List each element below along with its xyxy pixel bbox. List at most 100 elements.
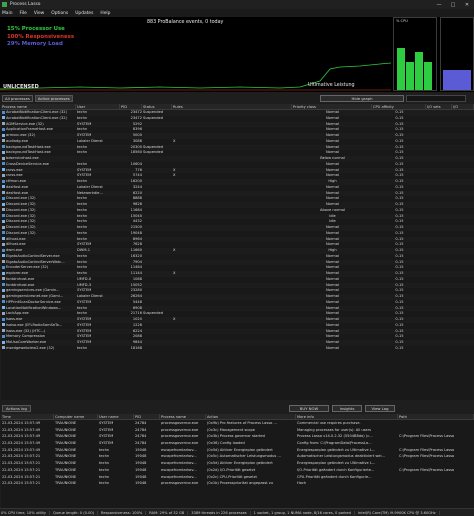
menu-file[interactable]: File xyxy=(19,11,26,16)
log-row[interactable]: 22-03-2024 15:57:49 TRAUNIONE SYSTEM 24784 p… xyxy=(1,440,474,447)
col-pid[interactable]: PID xyxy=(120,104,142,109)
log-cell-time: 22-03-2024 15:57:49 xyxy=(2,434,41,439)
view-log-button[interactable]: View Log xyxy=(365,405,395,412)
process-name-text: ElgatoAudioControlServerWatc... xyxy=(6,259,65,264)
col-user[interactable]: User xyxy=(76,104,120,109)
log-row[interactable]: 22-03-2024 15:57:49 TRAUNIONE techn 19048 es… xyxy=(1,447,474,454)
app-logo-icon xyxy=(2,2,7,7)
cell-rules xyxy=(172,346,292,352)
minimize-icon[interactable]: — xyxy=(432,0,446,9)
col-io-sets[interactable]: I/O sets xyxy=(426,104,452,109)
process-name-text: armsvc.exe (32) xyxy=(6,133,36,137)
hide-graph-button[interactable]: Hide graph xyxy=(320,95,404,102)
log-col-process[interactable]: Process name xyxy=(160,414,206,419)
log-cell-info: Energiesparplan geändert zu Ultimative L… xyxy=(297,447,376,452)
log-row[interactable]: 22-03-2024 15:57:21 TRAUNIONE techn 19048 pr… xyxy=(1,480,474,487)
process-icon xyxy=(2,311,5,315)
col-rules[interactable]: Rules xyxy=(172,104,292,109)
buy-now-button[interactable]: BUY NOW xyxy=(289,405,329,412)
menu-options[interactable]: Options xyxy=(51,11,68,16)
actions-log-table: Time Computer name User name PID Process… xyxy=(1,414,474,508)
process-icon xyxy=(2,156,5,160)
log-cell-path: C:\Program Files\Process Lasso xyxy=(399,467,455,472)
log-cell-info: Hoch xyxy=(297,481,307,486)
log-cell-user: techn xyxy=(99,481,110,486)
col-status[interactable]: Status xyxy=(142,104,172,109)
log-row[interactable]: 22-03-2024 15:57:49 TRAUNIONE SYSTEM 24784 p… xyxy=(1,420,474,427)
process-icon xyxy=(2,323,5,327)
process-name-text: ApplicationFrameHost.exe xyxy=(6,127,53,132)
menu-main[interactable]: Main xyxy=(2,11,12,16)
log-col-path[interactable]: Path xyxy=(398,414,474,419)
log-cell-info: CPU-Priorität geändert durch Konfigurie.… xyxy=(297,474,372,479)
log-col-user[interactable]: User name xyxy=(98,414,134,419)
close-icon[interactable]: ✕ xyxy=(460,0,474,9)
log-cell-path: C:\Program Files\Process Lasso xyxy=(399,447,455,452)
process-name-text: bdservicehost.exe xyxy=(6,156,39,160)
menu-updates[interactable]: Updates xyxy=(75,11,93,16)
log-row[interactable]: 22-03-2024 15:57:21 TRAUNIONE techn 19048 es… xyxy=(1,474,474,481)
log-cell-pid: 19048 xyxy=(135,461,147,466)
log-cell-user: SYSTEM xyxy=(99,434,114,439)
tab-active-processes[interactable]: Active processes xyxy=(34,95,73,102)
memory-bar xyxy=(443,70,471,90)
log-cell-proc: escapefromtarkov... xyxy=(161,454,197,459)
log-cell-path xyxy=(398,480,474,487)
table-row[interactable]: msedgewebview2.exe (32) techn 18168 Normal 0… xyxy=(1,346,474,352)
col-process-name[interactable]: Process name xyxy=(1,104,76,109)
process-icon xyxy=(2,340,5,344)
cell-status xyxy=(142,346,172,352)
log-cell-pid: 24784 xyxy=(135,421,147,425)
log-cell-action: (0x2d) I/O-Priorität gesetzt xyxy=(207,467,256,472)
log-cell-pid: 24784 xyxy=(135,427,147,432)
process-icon xyxy=(2,110,5,114)
log-cell-user: SYSTEM xyxy=(99,441,114,446)
tab-actions-log[interactable]: Actions log xyxy=(2,405,31,412)
process-icon xyxy=(2,122,5,125)
cell-pid: 18168 xyxy=(130,345,142,350)
col-io[interactable]: I/O xyxy=(452,104,474,109)
maximize-icon[interactable]: □ xyxy=(446,0,460,9)
menu-help[interactable]: Help xyxy=(100,11,110,16)
tab-all-processes[interactable]: All processes xyxy=(2,95,33,102)
filter-input[interactable] xyxy=(406,95,466,102)
insights-button[interactable]: Insights xyxy=(332,405,362,412)
process-table: Process name User PID Status Rules Prior… xyxy=(1,104,474,400)
process-name-text: gamingservices.exe (Gamin... xyxy=(6,288,60,293)
process-name-text: fontdrvhost.exe xyxy=(6,282,35,287)
process-icon xyxy=(2,283,5,286)
log-col-pid[interactable]: PID xyxy=(134,414,160,419)
core-bar xyxy=(406,62,414,90)
log-row[interactable]: 22-03-2024 15:57:21 TRAUNIONE techn 19048 es… xyxy=(1,467,474,474)
log-col-action[interactable]: Action xyxy=(206,414,296,419)
log-col-computer[interactable]: Computer name xyxy=(54,414,98,419)
process-icon xyxy=(2,317,5,321)
process-name-text: Discord.exe (32) xyxy=(6,196,36,201)
log-row[interactable]: 22-03-2024 15:57:21 TRAUNIONE techn 19048 es… xyxy=(1,453,474,460)
status-bar: 0% CPU time, 10% utility Queue length: 0… xyxy=(0,508,474,516)
log-col-time[interactable]: Time xyxy=(1,414,54,419)
col-affinity[interactable]: CPU affinity xyxy=(372,104,426,109)
process-icon xyxy=(2,277,5,281)
log-rows: 22-03-2024 15:57:49 TRAUNIONE SYSTEM 24784 p… xyxy=(1,420,474,487)
col-priority[interactable]: Priority class xyxy=(292,104,372,109)
process-name-text: Discord.exe (32) xyxy=(6,213,36,218)
process-icon xyxy=(2,162,5,166)
log-cell-user: techn xyxy=(99,447,110,452)
log-row[interactable]: 22-03-2024 15:57:49 TRAUNIONE SYSTEM 24784 p… xyxy=(1,433,474,440)
process-icon xyxy=(2,237,5,240)
process-icon xyxy=(2,202,5,206)
process-icon xyxy=(2,127,5,131)
process-rows: AcrobatNotificationClient.exe (32) techn 2… xyxy=(1,110,474,352)
log-cell-info: Energiesparplan geändert zu Ultimative L… xyxy=(297,461,376,466)
log-col-info[interactable]: More info xyxy=(296,414,398,419)
log-cell-proc: processgovernor.exe xyxy=(161,441,199,446)
process-icon xyxy=(2,179,5,183)
menu-view[interactable]: View xyxy=(34,11,44,16)
process-name-text: AGMService.exe (32) xyxy=(6,121,44,126)
process-name-text: Discord.exe (32) xyxy=(6,219,36,224)
cell-user: techn xyxy=(77,345,88,350)
log-row[interactable]: 22-03-2024 15:57:21 TRAUNIONE techn 19048 es… xyxy=(1,460,474,467)
log-row[interactable]: 22-03-2024 15:57:49 TRAUNIONE SYSTEM 24784 p… xyxy=(1,427,474,434)
status-ram: RAM: 29% of 32 GB xyxy=(149,510,189,515)
